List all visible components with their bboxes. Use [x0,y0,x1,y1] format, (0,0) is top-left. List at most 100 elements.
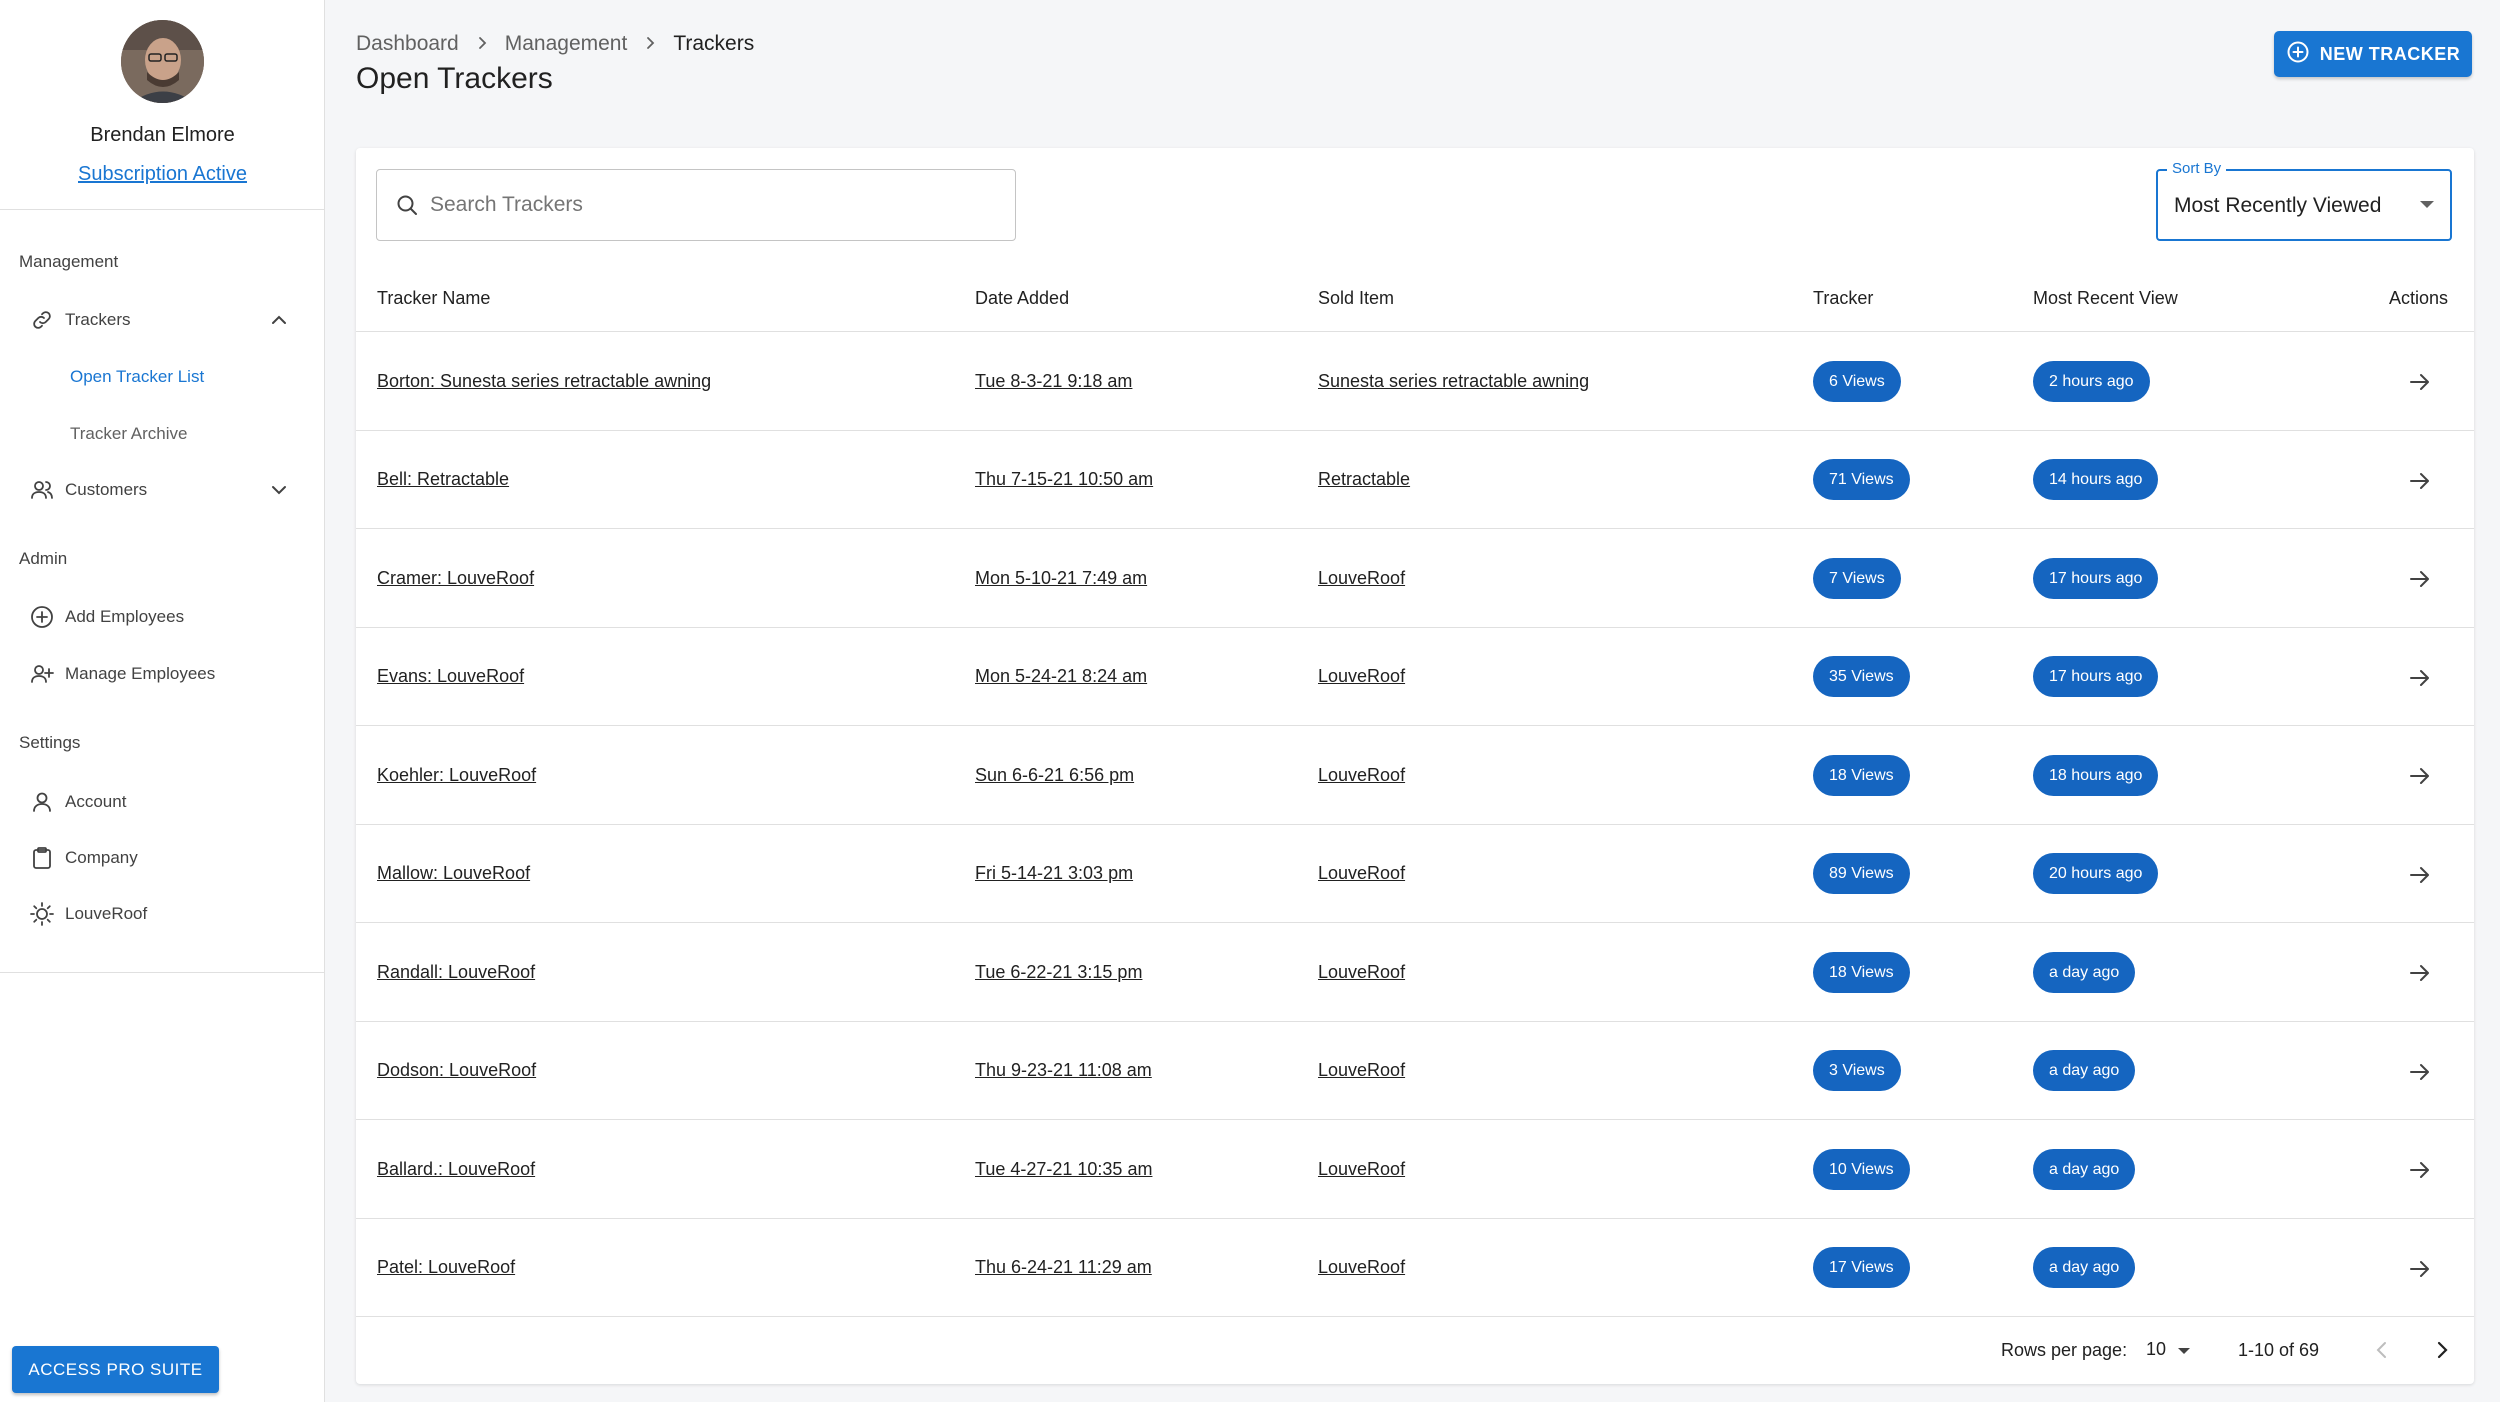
tracker-name-link[interactable]: Randall: LouveRoof [377,962,535,983]
table-row[interactable]: Koehler: LouveRoof Sun 6-6-21 6:56 pm Louv… [356,726,2474,825]
arrow-right-icon[interactable] [2407,1256,2433,1282]
cell-sold-item[interactable]: LouveRoof [1318,923,1405,1021]
tracker-name-link[interactable]: Borton: Sunesta series retractable awnin… [377,371,711,392]
search-box[interactable] [376,169,1016,241]
tracker-name-link[interactable]: Evans: LouveRoof [377,666,524,687]
date-added-link[interactable]: Fri 5-14-21 3:03 pm [975,863,1133,884]
rows-per-page-select[interactable]: 10 [2146,1334,2202,1366]
table-row[interactable]: Evans: LouveRoof Mon 5-24-21 8:24 am Louve… [356,628,2474,726]
cell-sold-item[interactable]: LouveRoof [1318,726,1405,824]
cell-tracker-name[interactable]: Koehler: LouveRoof [377,726,536,824]
new-tracker-button[interactable]: NEW TRACKER [2274,31,2472,77]
date-added-link[interactable]: Sun 6-6-21 6:56 pm [975,765,1134,786]
avatar[interactable] [121,20,204,103]
column-header-tracker[interactable]: Tracker [1813,268,1873,332]
arrow-right-icon[interactable] [2407,468,2433,494]
cell-date-added[interactable]: Tue 6-22-21 3:15 pm [975,923,1142,1021]
sold-item-link[interactable]: LouveRoof [1318,1159,1405,1180]
sold-item-link[interactable]: LouveRoof [1318,568,1405,589]
previous-page-icon[interactable] [2368,1336,2396,1364]
sold-item-link[interactable]: LouveRoof [1318,1257,1405,1278]
cell-sold-item[interactable]: LouveRoof [1318,825,1405,923]
date-added-link[interactable]: Thu 9-23-21 11:08 am [975,1060,1152,1081]
cell-date-added[interactable]: Mon 5-24-21 8:24 am [975,628,1147,726]
search-input[interactable] [430,170,1000,240]
cell-date-added[interactable]: Sun 6-6-21 6:56 pm [975,726,1134,824]
column-header-most-recent-view[interactable]: Most Recent View [2033,268,2178,332]
arrow-right-icon[interactable] [2407,763,2433,789]
cell-date-added[interactable]: Thu 9-23-21 11:08 am [975,1022,1152,1120]
sidebar-item-louveroof[interactable]: LouveRoof [0,888,325,940]
date-added-link[interactable]: Thu 6-24-21 11:29 am [975,1257,1152,1278]
sold-item-link[interactable]: LouveRoof [1318,863,1405,884]
column-header-date-added[interactable]: Date Added [975,268,1069,332]
table-row[interactable]: Mallow: LouveRoof Fri 5-14-21 3:03 pm Louv… [356,825,2474,923]
sold-item-link[interactable]: LouveRoof [1318,765,1405,786]
cell-sold-item[interactable]: LouveRoof [1318,628,1405,726]
date-added-link[interactable]: Tue 6-22-21 3:15 pm [975,962,1142,983]
cell-tracker-name[interactable]: Dodson: LouveRoof [377,1022,536,1120]
next-page-icon[interactable] [2428,1336,2456,1364]
sidebar-item-open-tracker-list[interactable]: Open Tracker List [0,353,325,401]
arrow-right-icon[interactable] [2407,1157,2433,1183]
arrow-right-icon[interactable] [2407,862,2433,888]
cell-sold-item[interactable]: Retractable [1318,431,1410,529]
date-added-link[interactable]: Tue 8-3-21 9:18 am [975,371,1132,392]
cell-sold-item[interactable]: Sunesta series retractable awning [1318,332,1589,430]
cell-sold-item[interactable]: LouveRoof [1318,1022,1405,1120]
cell-tracker-name[interactable]: Randall: LouveRoof [377,923,535,1021]
cell-tracker-name[interactable]: Patel: LouveRoof [377,1219,515,1317]
tracker-name-link[interactable]: Bell: Retractable [377,469,509,490]
sold-item-link[interactable]: Retractable [1318,469,1410,490]
table-row[interactable]: Randall: LouveRoof Tue 6-22-21 3:15 pm Lou… [356,923,2474,1022]
breadcrumb-management[interactable]: Management [505,32,628,56]
breadcrumb-dashboard[interactable]: Dashboard [356,32,459,56]
table-row[interactable]: Cramer: LouveRoof Mon 5-10-21 7:49 am Louv… [356,529,2474,628]
sidebar-item-company[interactable]: Company [0,832,325,884]
column-header-sold-item[interactable]: Sold Item [1318,268,1394,332]
sort-select[interactable]: Sort By Most Recently Viewed [2156,160,2452,241]
sold-item-link[interactable]: LouveRoof [1318,666,1405,687]
cell-date-added[interactable]: Mon 5-10-21 7:49 am [975,529,1147,627]
access-pro-suite-button[interactable]: ACCESS PRO SUITE [12,1346,219,1393]
arrow-right-icon[interactable] [2407,960,2433,986]
date-added-link[interactable]: Thu 7-15-21 10:50 am [975,469,1153,490]
sidebar-item-manage-employees[interactable]: Manage Employees [0,648,325,700]
sidebar-item-tracker-archive[interactable]: Tracker Archive [0,410,325,458]
date-added-link[interactable]: Mon 5-10-21 7:49 am [975,568,1147,589]
cell-date-added[interactable]: Thu 6-24-21 11:29 am [975,1219,1152,1317]
cell-date-added[interactable]: Fri 5-14-21 3:03 pm [975,825,1133,923]
table-row[interactable]: Borton: Sunesta series retractable awnin… [356,332,2474,431]
cell-tracker-name[interactable]: Ballard.: LouveRoof [377,1120,535,1218]
sidebar-item-customers[interactable]: Customers [0,464,325,516]
cell-sold-item[interactable]: LouveRoof [1318,1219,1405,1317]
chevron-down-icon[interactable] [268,479,290,501]
cell-date-added[interactable]: Tue 8-3-21 9:18 am [975,332,1132,430]
chevron-up-icon[interactable] [268,309,290,331]
column-header-tracker-name[interactable]: Tracker Name [377,268,490,332]
tracker-name-link[interactable]: Patel: LouveRoof [377,1257,515,1278]
cell-tracker-name[interactable]: Bell: Retractable [377,431,509,529]
date-added-link[interactable]: Tue 4-27-21 10:35 am [975,1159,1152,1180]
cell-sold-item[interactable]: LouveRoof [1318,529,1405,627]
table-row[interactable]: Bell: Retractable Thu 7-15-21 10:50 am Ret… [356,431,2474,529]
subscription-status-link[interactable]: Subscription Active [0,163,325,186]
tracker-name-link[interactable]: Cramer: LouveRoof [377,568,534,589]
arrow-right-icon[interactable] [2407,665,2433,691]
cell-tracker-name[interactable]: Evans: LouveRoof [377,628,524,726]
cell-date-added[interactable]: Tue 4-27-21 10:35 am [975,1120,1152,1218]
table-row[interactable]: Ballard.: LouveRoof Tue 4-27-21 10:35 am L… [356,1120,2474,1219]
sidebar-item-add-employees[interactable]: Add Employees [0,591,325,643]
table-row[interactable]: Patel: LouveRoof Thu 6-24-21 11:29 am Louv… [356,1219,2474,1317]
tracker-name-link[interactable]: Dodson: LouveRoof [377,1060,536,1081]
tracker-name-link[interactable]: Ballard.: LouveRoof [377,1159,535,1180]
cell-tracker-name[interactable]: Mallow: LouveRoof [377,825,530,923]
sidebar-item-account[interactable]: Account [0,776,325,828]
tracker-name-link[interactable]: Mallow: LouveRoof [377,863,530,884]
sold-item-link[interactable]: LouveRoof [1318,962,1405,983]
table-row[interactable]: Dodson: LouveRoof Thu 9-23-21 11:08 am Lou… [356,1022,2474,1120]
tracker-name-link[interactable]: Koehler: LouveRoof [377,765,536,786]
date-added-link[interactable]: Mon 5-24-21 8:24 am [975,666,1147,687]
arrow-right-icon[interactable] [2407,566,2433,592]
sold-item-link[interactable]: LouveRoof [1318,1060,1405,1081]
